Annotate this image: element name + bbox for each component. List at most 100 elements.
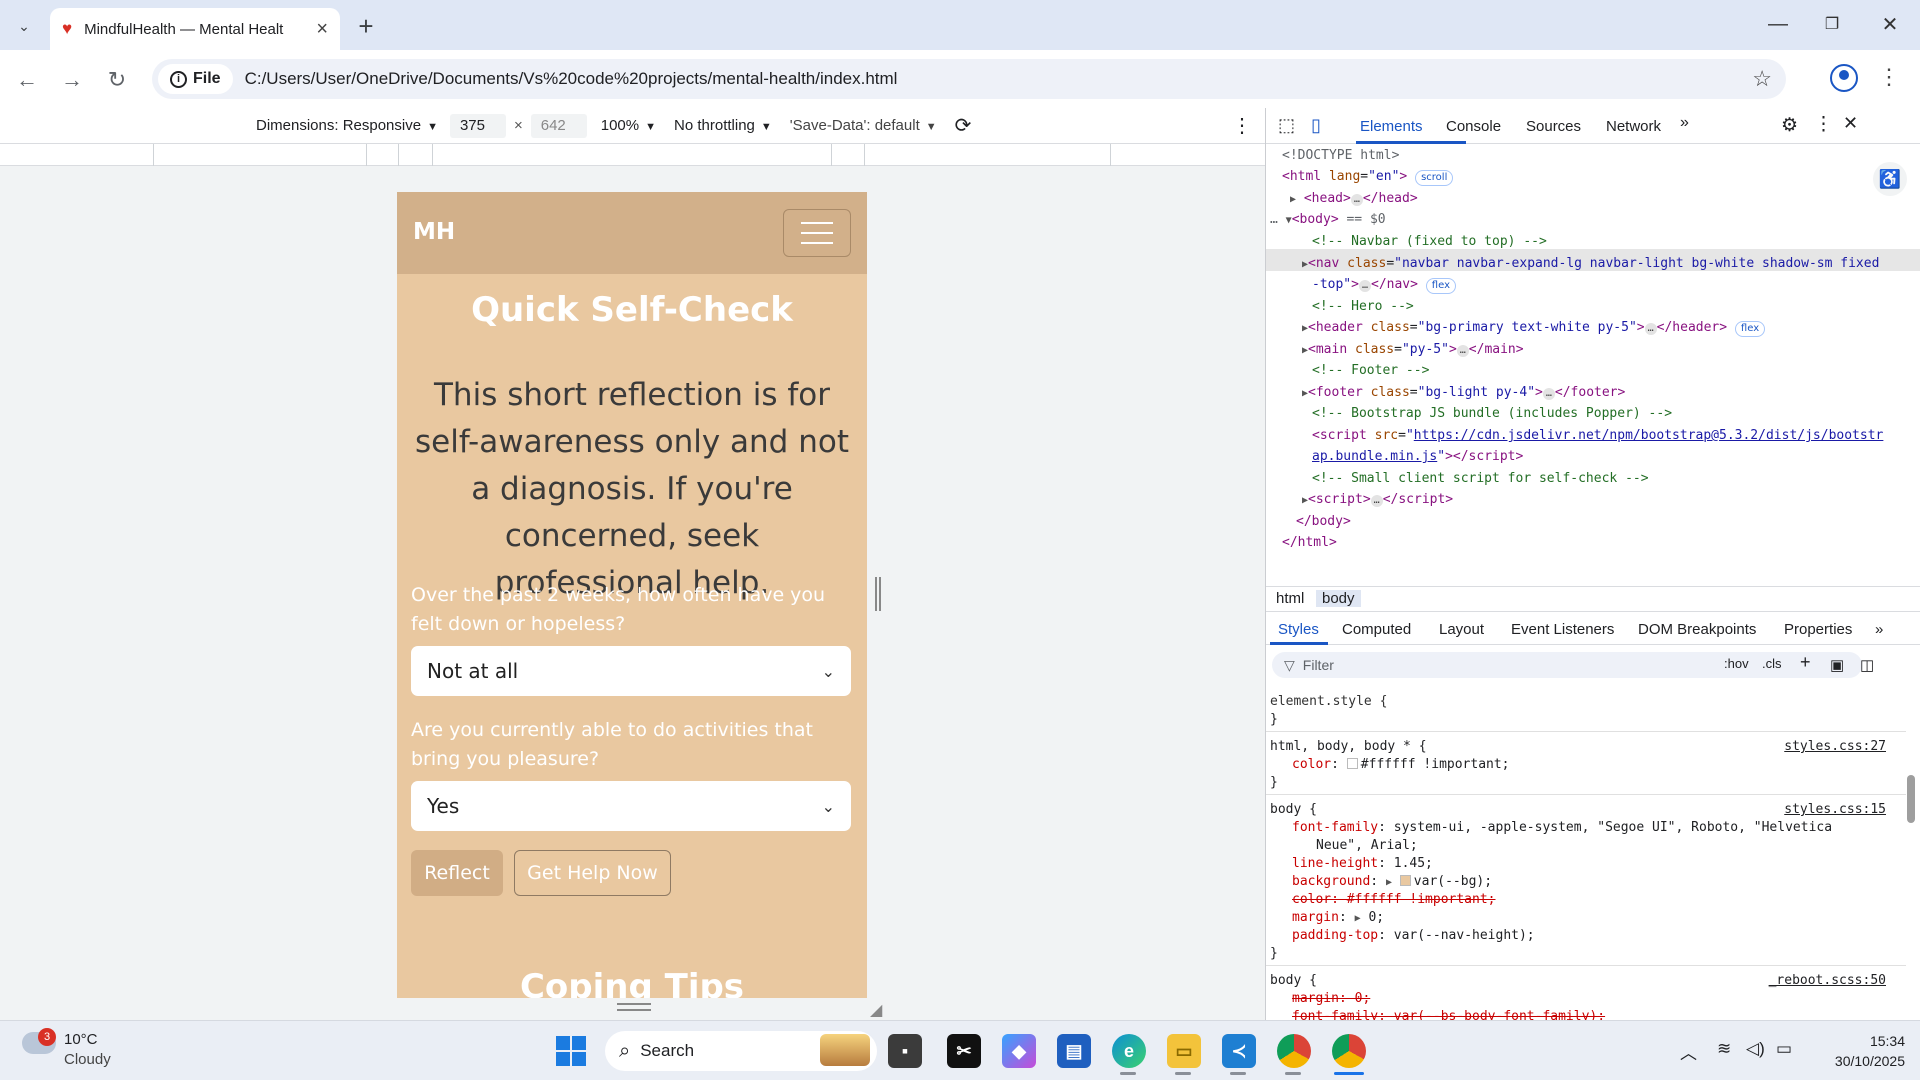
inspect-element-icon[interactable]: ⬚ [1278, 115, 1295, 136]
weather-temperature[interactable]: 10°C [64, 1031, 98, 1048]
profile-icon[interactable] [1830, 64, 1858, 92]
dom-comment-navbar[interactable]: <!-- Navbar (fixed to top) --> [1312, 234, 1547, 249]
dom-script-cdn-cont[interactable]: ap.bundle.min.js"></script> [1312, 449, 1523, 464]
resize-height-handle[interactable] [617, 1003, 651, 1011]
tab-event-listeners[interactable]: Event Listeners [1511, 621, 1614, 638]
brand-logo[interactable]: MH [413, 219, 455, 245]
device-options-icon[interactable]: ⋮ [1232, 113, 1252, 138]
capcut-icon[interactable]: ✂ [947, 1034, 981, 1068]
bookmark-star-icon[interactable]: ☆ [1752, 66, 1772, 92]
copilot-icon[interactable]: ◆ [1002, 1034, 1036, 1068]
scrollbar-thumb[interactable] [1907, 775, 1915, 823]
tab-styles[interactable]: Styles [1278, 621, 1319, 638]
chrome-active-icon[interactable] [1332, 1034, 1366, 1068]
dom-html[interactable]: <html lang="en"> scroll [1282, 169, 1454, 186]
tab-dom-breakpoints[interactable]: DOM Breakpoints [1638, 621, 1756, 638]
rule3-margin[interactable]: margin: 0; [1292, 991, 1370, 1006]
tab-console[interactable]: Console [1446, 118, 1501, 135]
dom-comment-bootstrap[interactable]: <!-- Bootstrap JS bundle (includes Poppe… [1312, 406, 1672, 421]
dom-footer[interactable]: ▶<footer class="bg-light py-4">… </footer… [1302, 385, 1625, 400]
rule3-font-family[interactable]: font-family: var(--bs-body-font-family); [1292, 1009, 1605, 1020]
device-toggle-icon[interactable]: ▯ [1311, 115, 1321, 136]
store-icon[interactable]: ▤ [1057, 1034, 1091, 1068]
more-tabs-icon[interactable]: » [1680, 114, 1689, 132]
new-rule-icon[interactable]: + [1800, 652, 1811, 673]
resize-width-handle[interactable] [875, 577, 881, 611]
close-window-icon[interactable]: ✕ [1868, 8, 1912, 40]
dom-nav[interactable]: ▶<nav class="navbar navbar-expand-lg nav… [1302, 256, 1879, 271]
tab-elements[interactable]: Elements [1360, 118, 1423, 135]
dom-script-inline[interactable]: ▶<script>… </script> [1302, 492, 1453, 507]
rule3-selector[interactable]: body { [1270, 973, 1317, 988]
cls-toggle[interactable]: .cls [1762, 656, 1782, 671]
resize-corner-icon[interactable]: ◢ [870, 1000, 882, 1020]
dimensions-dropdown[interactable]: Dimensions: Responsive ▼ [256, 117, 438, 134]
save-data-dropdown[interactable]: 'Save-Data': default ▼ [790, 117, 937, 134]
taskbar-clock[interactable]: 15:34 30/10/2025 [1815, 1031, 1905, 1071]
dom-nav-cont[interactable]: -top">… </nav> flex [1312, 277, 1456, 294]
dom-body-close[interactable]: </body> [1296, 514, 1351, 529]
battery-icon[interactable]: ▭ [1776, 1039, 1792, 1059]
minimize-icon[interactable]: — [1756, 8, 1800, 40]
rule1-source-link[interactable]: styles.css:27 [1784, 739, 1886, 754]
width-input[interactable]: 375 [449, 113, 506, 138]
rule2-line-height[interactable]: line-height: 1.45; [1292, 856, 1433, 871]
rule2-selector[interactable]: body { [1270, 802, 1317, 817]
dom-doctype[interactable]: <!DOCTYPE html> [1282, 148, 1399, 163]
more-subtabs-icon[interactable]: » [1875, 621, 1883, 638]
browser-menu-icon[interactable]: ⋮ [1878, 64, 1900, 90]
dom-html-close[interactable]: </html> [1282, 535, 1337, 550]
new-tab-icon[interactable]: + [350, 10, 382, 42]
tab-computed[interactable]: Computed [1342, 621, 1411, 638]
rule3-source-link[interactable]: _reboot.scss:50 [1769, 973, 1886, 988]
breadcrumb-body[interactable]: body [1316, 590, 1361, 607]
forward-icon[interactable]: → [54, 62, 90, 98]
element-style-rule[interactable]: element.style { [1270, 694, 1387, 709]
dom-comment-hero[interactable]: <!-- Hero --> [1312, 299, 1414, 314]
windows-start-icon[interactable] [556, 1036, 586, 1066]
dom-head[interactable]: ▶ <head>… </head> [1290, 191, 1418, 206]
question-2-select[interactable]: Yes ⌄ [411, 781, 851, 831]
rule2-color-overridden[interactable]: color: #ffffff !important; [1292, 892, 1496, 907]
restore-icon[interactable]: ❐ [1810, 8, 1854, 40]
close-devtools-icon[interactable]: ✕ [1843, 113, 1858, 134]
show-hidden-icons-icon[interactable]: ︿ [1680, 1039, 1697, 1064]
paint-icon[interactable]: ▣ [1830, 656, 1844, 674]
rule2-background[interactable]: background: ▶ var(--bg); [1292, 874, 1492, 889]
question-1-select[interactable]: Not at all ⌄ [411, 646, 851, 696]
rule2-source-link[interactable]: styles.css:15 [1784, 802, 1886, 817]
reload-icon[interactable]: ↻ [99, 62, 135, 98]
get-help-button[interactable]: Get Help Now [514, 850, 671, 896]
devtools-menu-icon[interactable]: ⋮ [1814, 113, 1833, 136]
file-explorer-icon[interactable]: ▭ [1167, 1034, 1201, 1068]
reflect-button[interactable]: Reflect [411, 850, 503, 896]
rule2-font-family[interactable]: font-family: system-ui, -apple-system, "… [1292, 820, 1832, 835]
wifi-icon[interactable]: ≋ [1717, 1039, 1731, 1059]
zoom-dropdown[interactable]: 100% ▼ [601, 117, 656, 134]
tab-properties[interactable]: Properties [1784, 621, 1852, 638]
edge-icon[interactable]: e [1112, 1034, 1146, 1068]
browser-tab[interactable]: ♥ MindfulHealth — Mental Healt × [50, 8, 340, 50]
close-tab-icon[interactable]: × [316, 18, 328, 41]
rule2-padding-top[interactable]: padding-top: var(--nav-height); [1292, 928, 1535, 943]
dom-header[interactable]: ▶<header class="bg-primary text-white py… [1302, 320, 1766, 337]
vscode-icon[interactable]: ≺ [1222, 1034, 1256, 1068]
sidebar-toggle-icon[interactable]: ◫ [1860, 656, 1874, 674]
scroll-badge[interactable]: scroll [1415, 170, 1454, 186]
url-text[interactable]: C:/Users/User/OneDrive/Documents/Vs%20co… [245, 69, 1753, 89]
back-icon[interactable]: ← [9, 62, 45, 98]
throttling-dropdown[interactable]: No throttling ▼ [674, 117, 772, 134]
tab-sources[interactable]: Sources [1526, 118, 1581, 135]
tab-search-icon[interactable]: ⌄ [8, 10, 40, 42]
weather-condition[interactable]: Cloudy [64, 1051, 111, 1068]
rule2-margin[interactable]: margin: ▶ 0; [1292, 910, 1384, 925]
accessibility-tree-icon[interactable]: ♿ [1873, 162, 1907, 196]
chrome-icon[interactable] [1277, 1034, 1311, 1068]
height-input[interactable]: 642 [530, 113, 587, 138]
dom-main[interactable]: ▶<main class="py-5">… </main> [1302, 342, 1524, 357]
address-bar[interactable]: i File C:/Users/User/OneDrive/Documents/… [152, 59, 1786, 99]
rule1-selector[interactable]: html, body, body * { [1270, 739, 1427, 754]
dom-body[interactable]: … ▼<body> == $0 [1270, 212, 1386, 227]
tab-network[interactable]: Network [1606, 118, 1661, 135]
settings-gear-icon[interactable]: ⚙ [1781, 114, 1798, 137]
